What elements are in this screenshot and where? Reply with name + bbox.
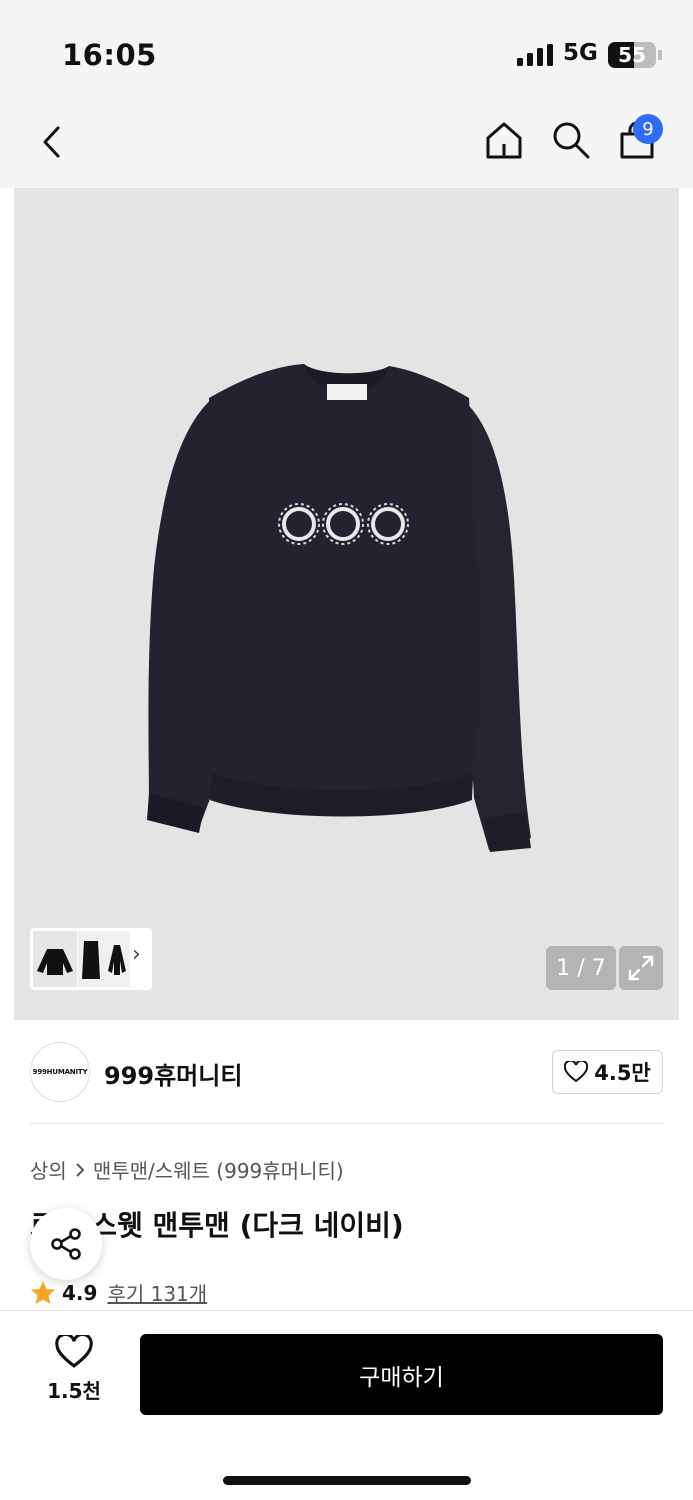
share-icon [51,1228,81,1260]
expand-button[interactable] [619,946,663,990]
bottom-action-bar: 1.5천 구매하기 [0,1310,693,1500]
rating-row[interactable]: 4.9 후기 131개 [30,1278,207,1307]
rating-value: 4.9 [62,1280,98,1305]
top-nav [0,100,693,188]
back-button[interactable] [30,120,74,164]
product-photo [147,364,531,852]
signal-icon [517,44,553,66]
heart-outline-icon [564,1061,589,1083]
home-icon [486,122,522,159]
star-icon [31,1280,55,1304]
thumbnail-strip[interactable]: › [30,928,152,990]
home-indicator[interactable] [223,1476,471,1485]
thumbnail-chevron-icon[interactable]: › [132,942,141,967]
breadcrumb-category[interactable]: 상의 [30,1155,67,1184]
battery-icon: 55 [608,42,656,68]
brand-row[interactable]: 999HUMANITY 999휴머니티 4.5만 [0,1020,693,1124]
review-link[interactable]: 후기 131개 [107,1278,207,1307]
page-counter: 1 / 7 [546,946,616,990]
battery-percent: 55 [618,43,646,67]
breadcrumb[interactable]: 상의 맨투맨/스웨트 (999휴머니티) [30,1155,344,1184]
thumbnail-front[interactable] [33,931,77,987]
share-button[interactable] [30,1208,102,1280]
wishlist-button[interactable]: 1.5천 [36,1335,112,1415]
brand-like-button[interactable]: 4.5만 [552,1050,663,1094]
home-button[interactable] [482,118,526,162]
breadcrumb-subcategory[interactable]: 맨투맨/스웨트 (999휴머니티) [93,1155,344,1184]
status-time: 16:05 [62,38,157,72]
brand-name[interactable]: 999휴머니티 [104,1056,242,1091]
expand-icon [628,955,654,981]
heart-outline-icon [55,1335,93,1368]
product-image-gallery[interactable]: › 1 / 7 [14,188,679,1020]
chevron-right-icon [76,1162,85,1177]
buy-button[interactable]: 구매하기 [140,1334,663,1415]
brand-logo[interactable]: 999HUMANITY [30,1042,90,1102]
chevron-left-icon [43,126,60,158]
search-icon [553,122,590,159]
status-bar: 16:05 5G 55 [0,0,693,100]
divider [30,1123,663,1124]
brand-like-count: 4.5만 [594,1061,651,1085]
network-label: 5G [563,40,598,66]
thumbnail-side[interactable] [78,931,104,987]
wishlist-count: 1.5천 [47,1379,101,1403]
battery-cap [658,50,662,60]
thumbnail-back[interactable] [104,931,130,987]
search-button[interactable] [549,118,593,162]
cart-count-badge: 9 [633,114,663,144]
